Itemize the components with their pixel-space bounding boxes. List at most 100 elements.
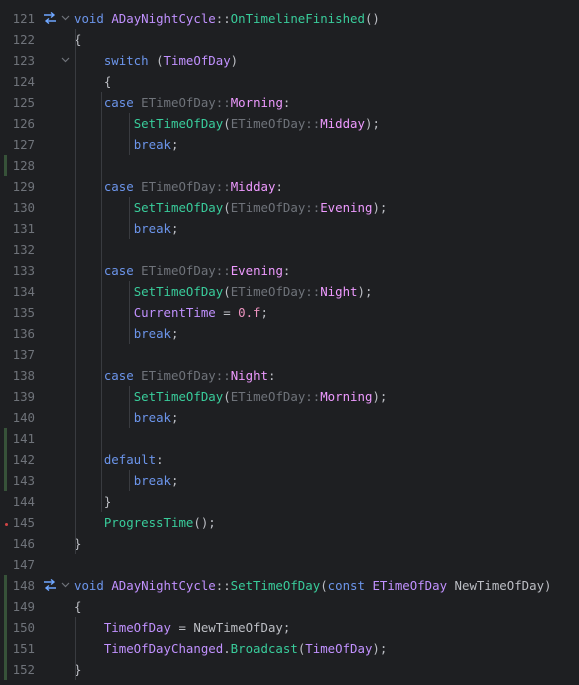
code-line[interactable]: 128 (0, 155, 579, 176)
code-text[interactable]: break; (74, 470, 179, 491)
code-text[interactable]: case ETimeOfDay::Midday: (74, 176, 283, 197)
code-line[interactable]: 149 { (0, 596, 579, 617)
code-line[interactable]: 140 break; (0, 407, 579, 428)
code-line[interactable]: 151 TimeOfDayChanged.Broadcast(TimeOfDay… (0, 638, 579, 659)
code-token: : (156, 452, 164, 467)
code-token: ; (171, 326, 179, 341)
code-text[interactable]: SetTimeOfDay(ETimeOfDay::Night); (74, 281, 373, 302)
code-text[interactable]: case ETimeOfDay::Evening: (74, 260, 291, 281)
code-token: SetTimeOfDay (133, 389, 224, 404)
code-token: SetTimeOfDay (133, 200, 224, 215)
code-token: TimeOfDayChanged (103, 641, 224, 656)
indent-guide (74, 29, 76, 554)
code-text[interactable]: } (74, 491, 111, 512)
code-line[interactable]: 150 TimeOfDay = NewTimeOfDay; (0, 617, 579, 638)
line-number: 134 (12, 284, 35, 299)
code-line[interactable]: 124 { (0, 71, 579, 92)
code-token: { (74, 599, 82, 614)
code-text[interactable]: break; (74, 218, 179, 239)
error-dot-icon[interactable] (5, 523, 8, 526)
code-line[interactable]: 136 break; (0, 323, 579, 344)
code-line[interactable]: 141 (0, 428, 579, 449)
code-line[interactable]: 135 CurrentTime = 0.f; (0, 302, 579, 323)
swap-arrows-icon[interactable] (43, 11, 57, 25)
code-token: { (74, 74, 112, 89)
code-text[interactable]: SetTimeOfDay(ETimeOfDay::Morning); (74, 386, 388, 407)
code-editor[interactable]: 121 void ADayNightCycle::OnTimelineFinish… (0, 0, 579, 685)
line-number: 138 (12, 368, 35, 383)
code-token: ; (171, 137, 179, 152)
code-token: ( (223, 200, 231, 215)
code-text[interactable]: default: (74, 449, 164, 470)
code-text[interactable]: break; (74, 407, 179, 428)
line-number: 127 (12, 137, 35, 152)
code-text[interactable]: { (74, 71, 111, 92)
code-text[interactable]: void ADayNightCycle::OnTimelineFinished(… (74, 8, 380, 29)
line-number: 150 (12, 620, 35, 635)
swap-arrows-icon[interactable] (43, 578, 57, 592)
code-token: Midday (230, 179, 276, 194)
indent-guide (129, 281, 130, 344)
code-line[interactable]: 127 break; (0, 134, 579, 155)
line-number: 140 (12, 410, 35, 425)
code-text[interactable]: SetTimeOfDay(ETimeOfDay::Evening); (74, 197, 388, 218)
code-line[interactable]: 138 case ETimeOfDay::Night: (0, 365, 579, 386)
line-number: 132 (12, 242, 35, 257)
code-text[interactable]: break; (74, 134, 179, 155)
code-line[interactable]: 144 } (0, 491, 579, 512)
code-text[interactable]: case ETimeOfDay::Night: (74, 365, 276, 386)
code-line[interactable]: 133 case ETimeOfDay::Evening: (0, 260, 579, 281)
indent-guide (129, 113, 130, 155)
code-text[interactable]: void ADayNightCycle::SetTimeOfDay(const … (74, 575, 552, 596)
code-line[interactable]: 143 break; (0, 470, 579, 491)
code-text[interactable]: SetTimeOfDay(ETimeOfDay::Midday); (74, 113, 380, 134)
line-number: 129 (12, 179, 35, 194)
code-text[interactable]: break; (74, 323, 179, 344)
code-line[interactable]: 147 (0, 554, 579, 575)
code-line[interactable]: 145 ProgressTime(); (0, 512, 579, 533)
code-line[interactable]: 134 SetTimeOfDay(ETimeOfDay::Night); (0, 281, 579, 302)
code-line[interactable]: 132 (0, 239, 579, 260)
code-line[interactable]: 131 break; (0, 218, 579, 239)
code-line[interactable]: 137 (0, 344, 579, 365)
line-number: 136 (12, 326, 35, 341)
code-line[interactable]: 129 case ETimeOfDay::Midday: (0, 176, 579, 197)
code-line[interactable]: 125 case ETimeOfDay::Morning: (0, 92, 579, 113)
code-line[interactable]: 142 default: (0, 449, 579, 470)
code-line[interactable]: 146} (0, 533, 579, 554)
code-line[interactable]: 122{ (0, 29, 579, 50)
code-token: SetTimeOfDay (230, 578, 321, 593)
code-text[interactable]: case ETimeOfDay::Morning: (74, 92, 291, 113)
code-text[interactable]: switch (TimeOfDay) (74, 50, 238, 71)
code-line[interactable]: 130 SetTimeOfDay(ETimeOfDay::Evening); (0, 197, 579, 218)
code-token: Broadcast (230, 641, 298, 656)
code-token: break (133, 326, 171, 341)
line-number: 146 (12, 536, 35, 551)
code-token: switch (103, 53, 149, 68)
code-token: ; (171, 221, 179, 236)
code-text[interactable]: TimeOfDayChanged.Broadcast(TimeOfDay); (74, 638, 388, 659)
code-text[interactable]: TimeOfDay = NewTimeOfDay; (74, 617, 291, 638)
code-token: } (74, 494, 112, 509)
code-token: void (74, 578, 104, 593)
code-text[interactable]: { (74, 596, 81, 617)
code-line[interactable]: 139 SetTimeOfDay(ETimeOfDay::Morning); (0, 386, 579, 407)
code-token: case (103, 368, 134, 383)
code-line[interactable]: 123 switch (TimeOfDay) (0, 50, 579, 71)
code-line[interactable]: 126 SetTimeOfDay(ETimeOfDay::Midday); (0, 113, 579, 134)
code-text[interactable]: CurrentTime = 0.f; (74, 302, 268, 323)
code-line[interactable]: 152} (0, 659, 579, 680)
code-line[interactable]: 121 void ADayNightCycle::OnTimelineFinish… (0, 8, 579, 29)
code-text[interactable]: ProgressTime(); (74, 512, 216, 533)
code-token: case (103, 95, 134, 110)
indent-guide (129, 386, 130, 428)
code-token: ); (364, 116, 380, 131)
code-line[interactable]: 148 void ADayNightCycle::SetTimeOfDay(con… (0, 575, 579, 596)
